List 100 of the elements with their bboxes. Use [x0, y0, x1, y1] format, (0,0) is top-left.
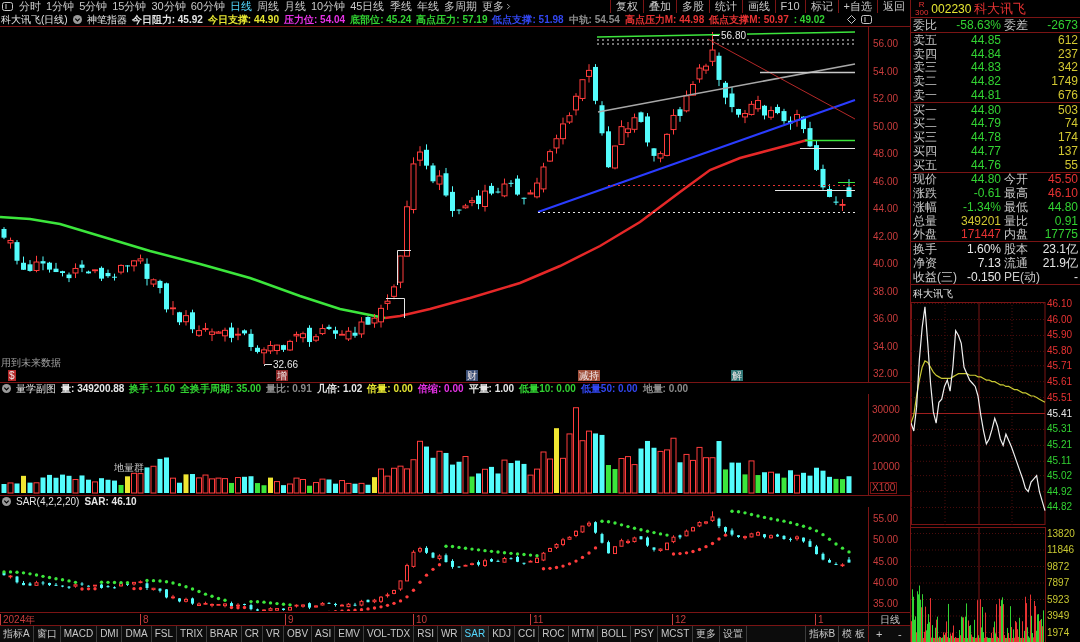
period-tab[interactable]: 10分钟 [311, 1, 346, 12]
period-tab[interactable]: 月线 [284, 1, 306, 12]
indicator-tab[interactable]: 指标B [804, 626, 839, 642]
period-tab[interactable]: 分时 [19, 1, 41, 12]
period-tab[interactable]: 年线 [416, 1, 439, 12]
toolbar-button[interactable]: F10 [774, 0, 805, 13]
period-tab[interactable]: 季线 [389, 1, 412, 12]
indicator-tab[interactable]: 更多 [693, 626, 721, 642]
indicator-tab[interactable]: 指标A [0, 626, 34, 642]
quote-label: 涨幅 [913, 200, 937, 213]
quote-label: 最低 [1004, 200, 1028, 213]
panel-title: SAR(4,2,2,20) [16, 496, 80, 507]
more-button[interactable]: 更多 [481, 1, 513, 12]
order-level-label: 买二 [913, 117, 938, 130]
indicator-tab[interactable]: FSL [151, 626, 178, 642]
event-marker[interactable]: 解 [731, 370, 743, 381]
indicator-tab[interactable]: DMA [122, 626, 152, 642]
period-tab[interactable]: 60分钟 [190, 1, 225, 12]
chart-note: 地量群 [114, 462, 144, 473]
period-tab[interactable]: 15分钟 [112, 1, 147, 12]
toolbar-button[interactable]: 标记 [804, 0, 838, 13]
indicator-tab[interactable]: SAR [461, 626, 490, 642]
indicator-tab[interactable]: RSI [414, 626, 438, 642]
indicator-tab[interactable]: MTM [568, 626, 599, 642]
toolbar-button[interactable]: 多股 [675, 0, 709, 13]
quote-label: 最高 [1004, 187, 1028, 200]
chart-title: 科大讯飞(日线) [1, 14, 68, 25]
quote-label: 外盘 [913, 228, 937, 241]
unit-label: X100 [870, 482, 898, 494]
indicator-reading: 低量10: 0.00 [519, 383, 576, 394]
quote-value: 17775 [1043, 228, 1078, 241]
quote-value: 44.80 [1046, 200, 1078, 213]
indicator-tab[interactable]: TRIX [177, 626, 207, 642]
toolbar-button[interactable]: 画线 [741, 0, 775, 13]
axis-label: 45.71 [1047, 359, 1073, 371]
indicator-tab[interactable]: ROC [539, 626, 569, 642]
quote-label: 量比 [1004, 214, 1028, 227]
indicator-tab[interactable]: DMI [97, 626, 123, 642]
period-tab[interactable]: 周线 [257, 1, 279, 12]
indicator-tab[interactable]: KDJ [489, 626, 516, 642]
zoom-button[interactable]: + [869, 626, 890, 642]
axis-label: 30000 [872, 404, 900, 415]
toolbar-button[interactable]: 复权 [609, 0, 643, 13]
axis-label: 13820 [1047, 527, 1075, 539]
period-tab[interactable]: 多周期 [443, 1, 477, 12]
indicator-tab[interactable]: WR [437, 626, 462, 642]
panel-toggle-icon[interactable] [861, 15, 872, 24]
axis-label: 50.00 [873, 120, 899, 132]
chevron-circle-icon[interactable] [2, 497, 11, 506]
indicator-tab[interactable]: 设置 [720, 626, 748, 642]
chevron-circle-icon[interactable] [2, 384, 11, 393]
indicator-tab[interactable]: VOL-TDX [363, 626, 415, 642]
axis-label: 44.82 [1047, 501, 1073, 513]
indicator-reading: 量比: 0.91 [266, 383, 312, 394]
indicator-tab[interactable]: CR [241, 626, 264, 642]
period-tab[interactable]: 5分钟 [79, 1, 108, 12]
axis-label: 45.41 [1047, 407, 1073, 419]
indicator-tab[interactable]: CCI [515, 626, 540, 642]
indicator-reading: 中轨: 54.54 [568, 14, 620, 25]
indicator-tab[interactable]: BOLL [598, 626, 631, 642]
indicator-tab[interactable]: PSY [630, 626, 658, 642]
stock-code: 002230 [931, 2, 972, 15]
indicator-reading: 几倍: 1.02 [316, 383, 363, 394]
event-marker[interactable]: 财 [466, 370, 478, 381]
event-marker[interactable]: 减持 [578, 370, 600, 381]
step-line [385, 298, 405, 319]
level-line [804, 139, 856, 142]
indicator-tab[interactable]: BRAR [206, 626, 242, 642]
indicator-tab[interactable]: VR [263, 626, 284, 642]
indicator-tab[interactable]: EMV [335, 626, 364, 642]
panel-toggle-icon[interactable] [2, 2, 13, 11]
order-volume: 676 [1056, 88, 1078, 101]
indicator-tab[interactable]: MCST [657, 626, 694, 642]
event-marker[interactable]: 增 [276, 370, 288, 381]
diamond-icon[interactable] [847, 15, 856, 24]
event-marker[interactable]: $ [8, 370, 16, 381]
quote-label: 净资 [913, 256, 937, 269]
quote-label: PE(动) [1004, 270, 1040, 283]
indicator-tab[interactable]: MACD [60, 626, 98, 642]
order-level-label: 卖四 [913, 47, 938, 60]
period-tab[interactable]: 1分钟 [46, 1, 75, 12]
indicator-tab[interactable]: OBV [284, 626, 313, 642]
period-tab[interactable]: 30分钟 [151, 1, 186, 12]
period-tab[interactable]: 日线 [230, 1, 252, 12]
toolbar-button[interactable]: +自选 [837, 0, 877, 13]
zoom-button[interactable]: - [889, 626, 910, 642]
toolbar-button[interactable]: 统计 [708, 0, 742, 13]
toolbar-button[interactable]: 返回 [877, 0, 910, 13]
axis-label: 1974 [1047, 626, 1070, 638]
order-price: 44.77 [969, 144, 1001, 157]
indicator-tab[interactable]: 模 板 [838, 626, 868, 642]
toolbar-button[interactable]: 叠加 [642, 0, 676, 13]
indicator-tab[interactable]: ASI [312, 626, 336, 642]
order-volume: 74 [1063, 117, 1078, 130]
quote-value: 44.80 [969, 173, 1001, 186]
period-tab[interactable]: 45日线 [350, 1, 385, 12]
indicator-tab[interactable]: 窗口 [33, 626, 61, 642]
chevron-circle-icon[interactable] [72, 15, 82, 24]
quote-label: 现价 [913, 173, 937, 186]
quote-label: 流通 [1004, 256, 1028, 269]
